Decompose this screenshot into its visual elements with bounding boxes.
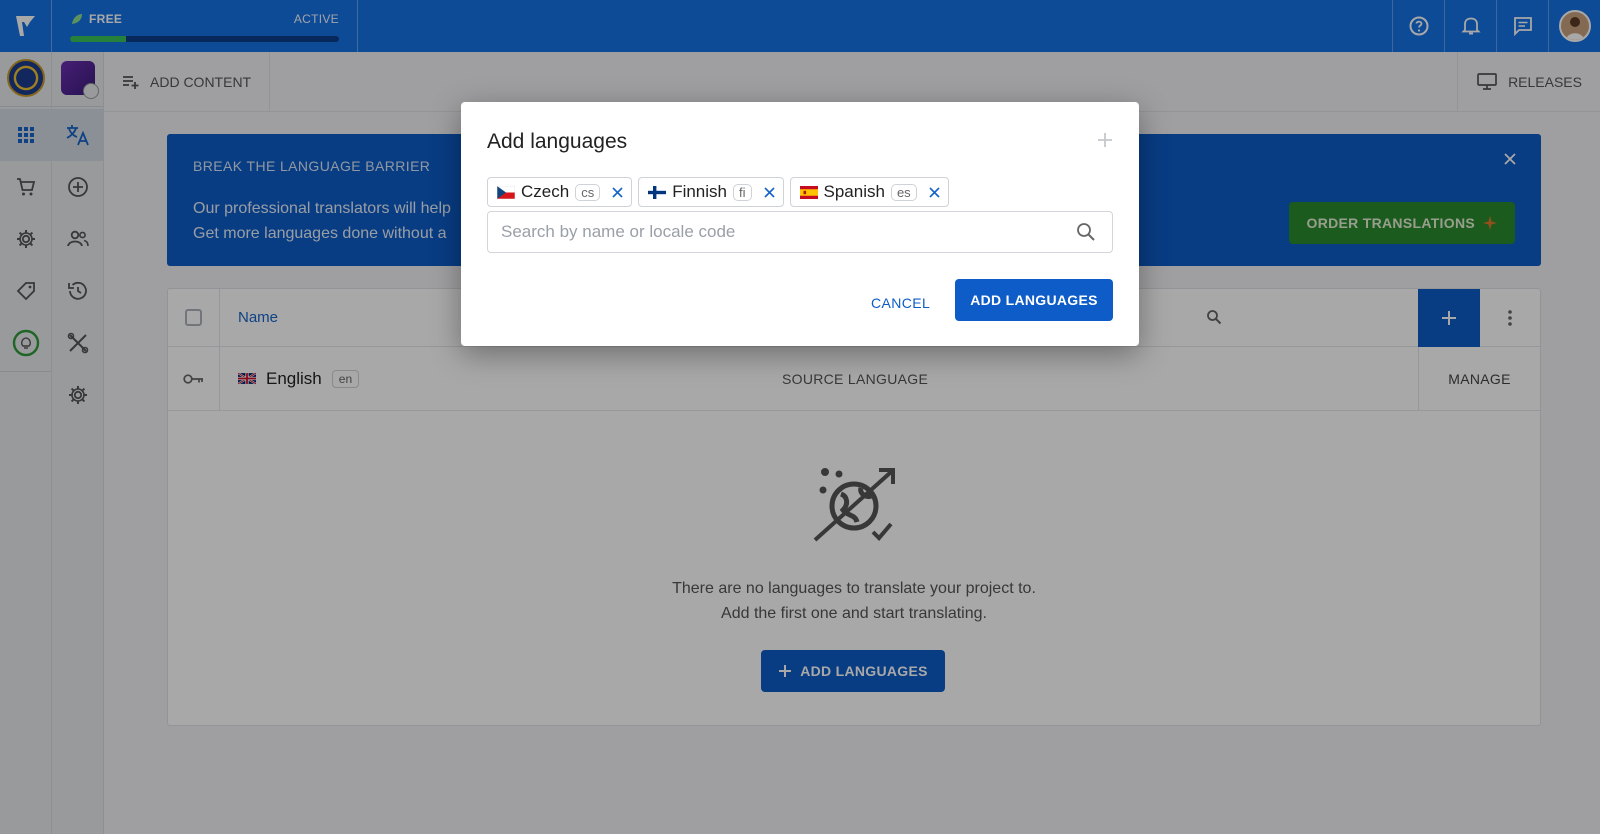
close-icon — [929, 186, 940, 198]
chip-label: Czech — [521, 182, 570, 201]
dialog-plus-button[interactable] — [1097, 132, 1113, 148]
language-chip-finnish: Finnish fi — [638, 177, 784, 207]
language-chip-spanish: Spanish es — [789, 177, 949, 207]
search-icon — [1077, 223, 1095, 241]
chip-label: Finnish — [672, 182, 727, 201]
close-icon — [763, 186, 775, 198]
close-icon — [612, 186, 623, 198]
czech-flag-icon — [497, 185, 515, 199]
selected-languages: Czech cs Finnish fi Spanish es — [487, 177, 949, 207]
remove-chip-button[interactable] — [929, 186, 940, 198]
chip-code: fi — [733, 183, 752, 201]
chip-label: Spanish — [823, 182, 885, 201]
plus-icon — [1098, 133, 1112, 147]
search-button[interactable] — [1076, 222, 1096, 242]
spanish-flag-icon — [799, 185, 818, 199]
language-search-input[interactable] — [488, 212, 1048, 252]
remove-chip-button[interactable] — [763, 186, 775, 198]
cancel-button[interactable]: CANCEL — [857, 282, 944, 324]
remove-chip-button[interactable] — [612, 186, 623, 198]
language-chip-czech: Czech cs — [487, 177, 633, 207]
chip-code: es — [890, 183, 917, 201]
chip-code: cs — [575, 183, 601, 201]
finnish-flag-icon — [648, 185, 667, 199]
language-search-field — [487, 211, 1113, 253]
add-languages-dialog: Add languages Czech cs Finnish fi Spanis… — [461, 102, 1139, 346]
dialog-title: Add languages — [487, 130, 628, 153]
add-languages-button[interactable]: ADD LANGUAGES — [955, 279, 1113, 321]
